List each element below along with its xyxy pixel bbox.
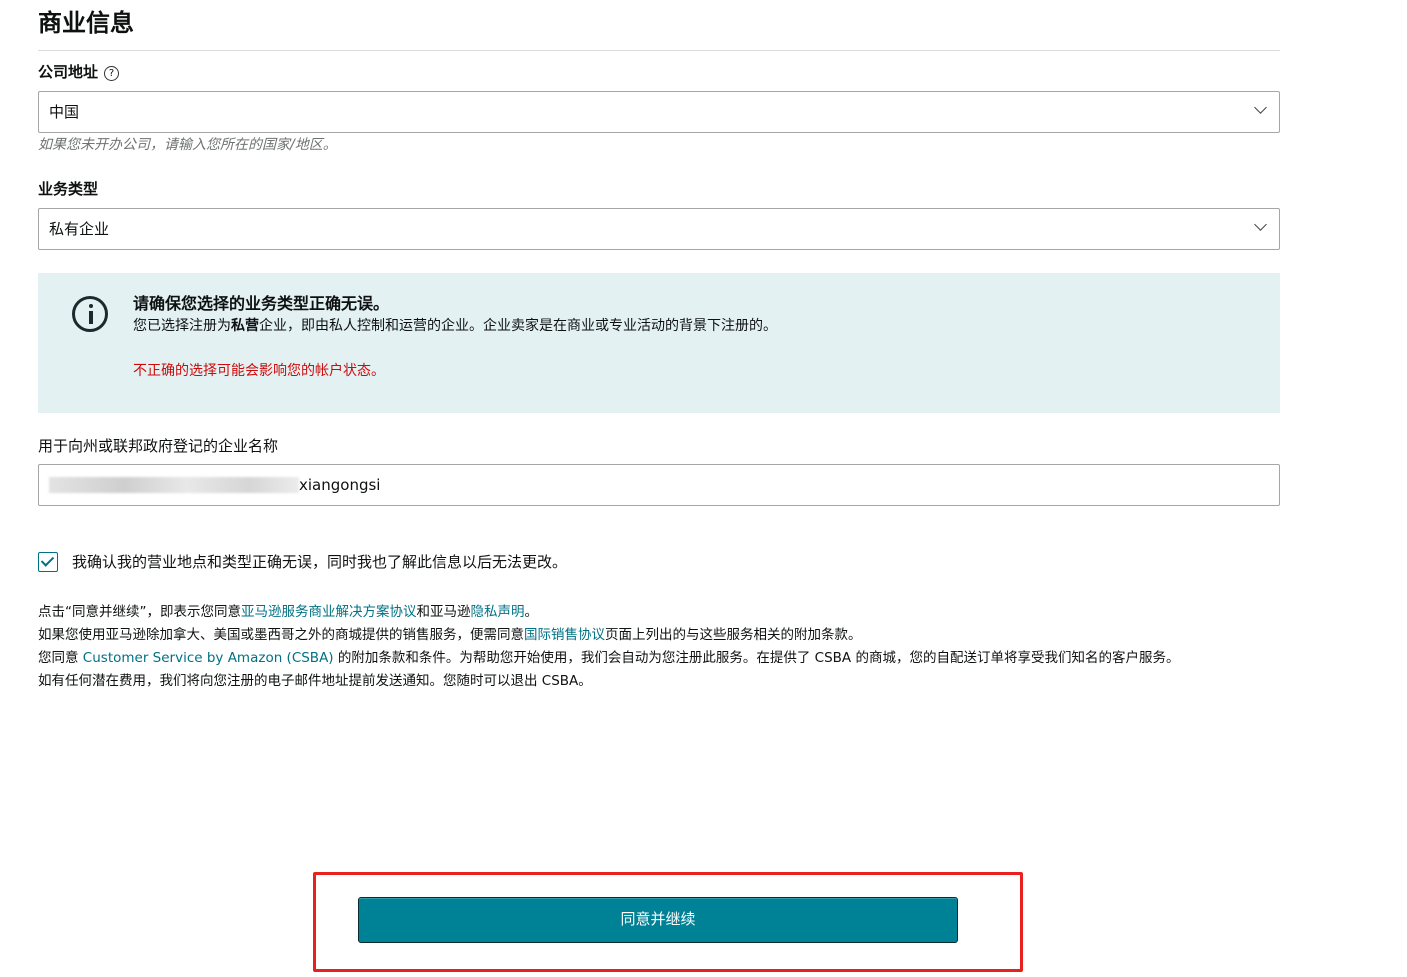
legal-line-3-text-a: 您同意 bbox=[38, 650, 83, 666]
legal-line-1: 点击“同意并继续”，即表示您同意亚马逊服务商业解决方案协议和亚马逊隐私声明。 bbox=[38, 601, 1179, 624]
business-type-select[interactable]: 私有企业 bbox=[38, 208, 1280, 250]
alert-body-highlight: 私营 bbox=[231, 318, 259, 334]
business-name-label: 用于向州或联邦政府登记的企业名称 bbox=[38, 437, 279, 455]
title-divider bbox=[38, 50, 1280, 51]
business-name-value: xiangongsi bbox=[299, 476, 381, 494]
business-solutions-agreement-link[interactable]: 亚马逊服务商业解决方案协议 bbox=[241, 604, 417, 620]
legal-line-1-text-c: 。 bbox=[524, 604, 539, 620]
legal-line-1-text-b: 和亚马逊 bbox=[416, 604, 471, 620]
company-address-value: 中国 bbox=[49, 103, 80, 121]
info-icon bbox=[72, 296, 108, 332]
business-type-alert: 请确保您选择的业务类型正确无误。 您已选择注册为私营企业，即由私人控制和运营的企… bbox=[38, 273, 1280, 413]
company-address-select[interactable]: 中国 bbox=[38, 91, 1280, 133]
legal-line-3-text-b: 的附加条款和条件。为帮助您开始使用，我们会自动为您注册此服务。在提供了 CSBA… bbox=[333, 650, 1180, 666]
legal-line-1-text-a: 点击“同意并继续”，即表示您同意 bbox=[38, 604, 241, 620]
legal-line-2-text-b: 页面上列出的与这些服务相关的附加条款。 bbox=[605, 627, 862, 643]
legal-line-2-text-a: 如果您使用亚马逊除加拿大、美国或墨西哥之外的商城提供的销售服务，便需同意 bbox=[38, 627, 524, 643]
legal-line-3: 您同意 Customer Service by Amazon (CSBA) 的附… bbox=[38, 647, 1179, 670]
legal-text: 点击“同意并继续”，即表示您同意亚马逊服务商业解决方案协议和亚马逊隐私声明。 如… bbox=[38, 601, 1179, 693]
company-address-label: 公司地址? bbox=[38, 61, 120, 83]
business-name-input[interactable]: xiangongsi bbox=[38, 464, 1280, 506]
checkmark-icon bbox=[40, 553, 55, 567]
international-selling-agreement-link[interactable]: 国际销售协议 bbox=[524, 627, 605, 643]
legal-line-4: 如有任何潜在费用，我们将向您注册的电子邮件地址提前发送通知。您随时可以退出 CS… bbox=[38, 673, 592, 689]
chevron-down-icon bbox=[1254, 218, 1267, 231]
alert-body-suffix: 企业，即由私人控制和运营的企业。企业卖家是在商业或专业活动的背景下注册的。 bbox=[259, 318, 777, 334]
csba-link[interactable]: Customer Service by Amazon (CSBA) bbox=[83, 650, 334, 666]
alert-title: 请确保您选择的业务类型正确无误。 bbox=[133, 294, 390, 313]
alert-body: 您已选择注册为私营企业，即由私人控制和运营的企业。企业卖家是在商业或专业活动的背… bbox=[133, 316, 777, 336]
privacy-notice-link[interactable]: 隐私声明 bbox=[471, 604, 525, 620]
company-address-hint: 如果您未开办公司，请输入您所在的国家/地区。 bbox=[38, 137, 337, 153]
legal-line-2: 如果您使用亚马逊除加拿大、美国或墨西哥之外的商城提供的销售服务，便需同意国际销售… bbox=[38, 624, 1179, 647]
confirm-checkbox[interactable] bbox=[38, 552, 58, 572]
confirm-label: 我确认我的营业地点和类型正确无误，同时我也了解此信息以后无法更改。 bbox=[72, 553, 568, 571]
chevron-down-icon bbox=[1254, 101, 1267, 114]
business-type-label: 业务类型 bbox=[38, 180, 99, 198]
business-type-value: 私有企业 bbox=[49, 220, 110, 238]
agree-and-continue-button[interactable]: 同意并继续 bbox=[358, 897, 958, 943]
alert-body-prefix: 您已选择注册为 bbox=[133, 318, 231, 334]
redacted-text bbox=[49, 477, 299, 493]
company-address-label-text: 公司地址 bbox=[38, 63, 99, 81]
page-title: 商业信息 bbox=[38, 9, 134, 37]
help-icon[interactable]: ? bbox=[104, 66, 120, 81]
alert-warning: 不正确的选择可能会影响您的帐户状态。 bbox=[133, 363, 385, 379]
